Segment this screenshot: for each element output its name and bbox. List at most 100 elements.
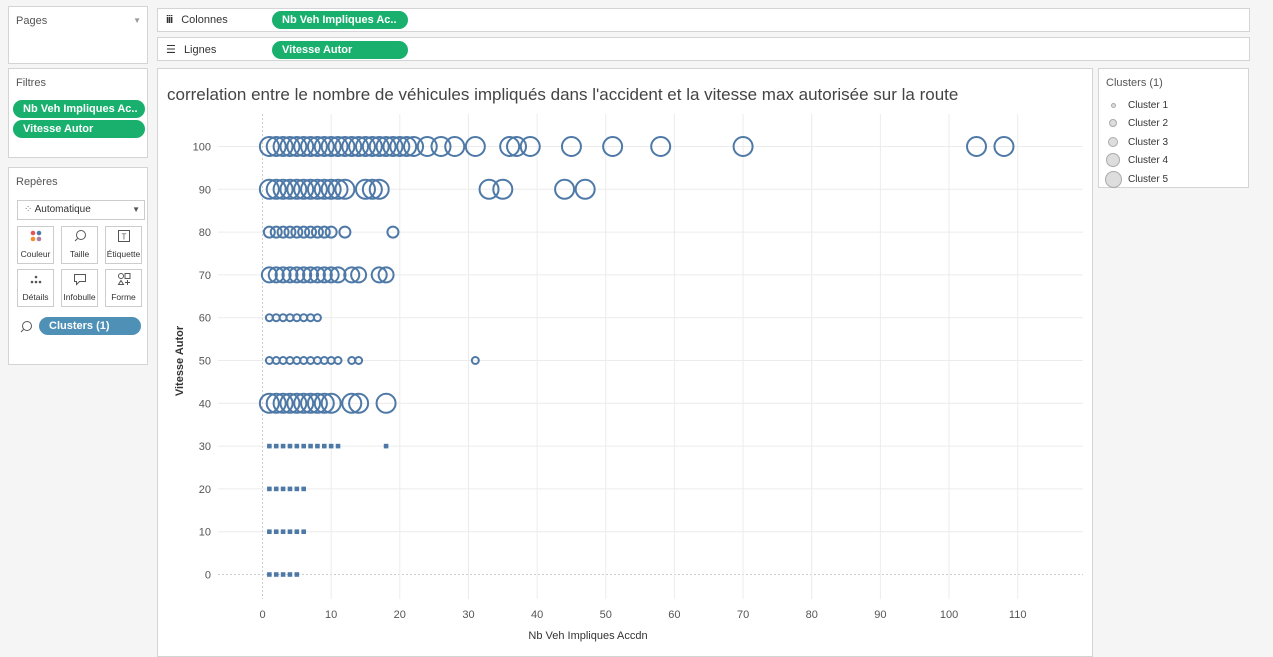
legend-item-cluster-5[interactable]: Cluster 5 [1105, 171, 1168, 188]
label-icon: T [106, 227, 141, 249]
rows-shelf[interactable]: ☰ Lignes Vitesse Autor [157, 37, 1250, 61]
y-axis-title: Vitesse Autor [174, 325, 186, 396]
x-axis-title: Nb Veh Impliques Accdn [528, 630, 647, 642]
data-point [267, 443, 272, 449]
legend-title: Clusters (1) [1106, 77, 1163, 89]
rows-pill[interactable]: Vitesse Autor [272, 41, 408, 59]
data-point [280, 529, 286, 534]
pages-card[interactable]: Pages ▼ [8, 6, 148, 64]
rows-label: Lignes [183, 44, 217, 56]
data-point [280, 572, 286, 577]
data-point [273, 443, 279, 449]
svg-text:T: T [121, 233, 126, 242]
tooltip-button[interactable]: Infobulle [61, 269, 98, 307]
data-point [287, 529, 293, 534]
data-point [294, 572, 300, 577]
y-tick-label: 80 [199, 227, 211, 239]
x-tick-label: 50 [600, 609, 612, 621]
data-point [294, 486, 300, 492]
data-point [301, 443, 306, 449]
tooltip-button-label: Infobulle [63, 292, 96, 302]
x-tick-label: 40 [531, 609, 543, 621]
filters-title: Filtres [16, 77, 46, 89]
y-tick-label: 60 [199, 313, 211, 325]
data-point [301, 486, 306, 492]
data-point [267, 572, 272, 577]
data-marks [258, 136, 1015, 577]
scatter-chart: correlation entre le nombre de véhicules… [167, 85, 1083, 642]
filters-card: Filtres Nb Veh Impliques Ac.. Vitesse Au… [8, 68, 148, 158]
size-icon [19, 320, 33, 337]
color-button[interactable]: Couleur [17, 226, 54, 264]
color-button-label: Couleur [20, 249, 51, 259]
data-point [280, 486, 286, 492]
y-tick-label: 0 [205, 570, 211, 582]
filter-pill-vitesse[interactable]: Vitesse Autor [13, 120, 145, 138]
x-tick-label: 110 [1009, 609, 1027, 621]
data-point [287, 486, 293, 492]
size-clusters-pill[interactable]: Clusters (1) [39, 317, 141, 335]
y-tick-label: 100 [193, 142, 211, 154]
pages-title: Pages [16, 15, 48, 27]
x-tick-label: 60 [668, 609, 680, 621]
chevron-down-icon: ▼ [132, 205, 140, 214]
detail-button-label: Détails [22, 292, 49, 302]
x-tick-label: 80 [806, 609, 818, 621]
x-tick-label: 100 [940, 609, 958, 621]
x-tick-label: 70 [737, 609, 749, 621]
circle-icon [1106, 153, 1120, 168]
x-tick-label: 10 [325, 609, 337, 621]
data-point [321, 443, 327, 449]
chart-title: correlation entre le nombre de véhicules… [167, 85, 958, 104]
mark-type-dropdown[interactable]: ⁘ Automatique ▼ [17, 200, 145, 220]
marks-title: Repères [16, 176, 58, 188]
y-tick-label: 10 [199, 527, 211, 539]
data-point [315, 443, 320, 449]
legend-item-cluster-2[interactable]: Cluster 2 [1105, 116, 1168, 132]
data-point [287, 572, 293, 577]
columns-shelf[interactable]: iii Colonnes Nb Veh Impliques Ac.. [157, 8, 1250, 32]
label-button[interactable]: T Étiquette [105, 226, 142, 264]
shape-icon [106, 270, 141, 292]
y-tick-label: 20 [199, 484, 211, 496]
y-tick-label: 50 [199, 356, 211, 368]
circle-icon [1109, 119, 1117, 128]
chart-panel: correlation entre le nombre de véhicules… [157, 68, 1093, 657]
legend-item-cluster-4[interactable]: Cluster 4 [1105, 153, 1168, 169]
chevron-down-icon[interactable]: ▼ [133, 16, 141, 25]
data-point [301, 529, 306, 534]
color-dots-icon [18, 227, 53, 249]
x-tick-label: 90 [874, 609, 886, 621]
data-point [328, 443, 334, 449]
size-button-label: Taille [69, 249, 90, 259]
rows-icon: ☰ [166, 44, 176, 56]
detail-button[interactable]: Détails [17, 269, 54, 307]
y-tick-label: 30 [199, 441, 211, 453]
data-point [267, 529, 272, 534]
data-point [383, 443, 389, 449]
filter-pill-nb-veh[interactable]: Nb Veh Impliques Ac.. [13, 100, 145, 118]
size-button[interactable]: Taille [61, 226, 98, 264]
data-point [335, 443, 341, 449]
legend-item-cluster-1[interactable]: Cluster 1 [1105, 98, 1168, 114]
legend-item-cluster-3[interactable]: Cluster 3 [1105, 135, 1168, 151]
y-tick-label: 70 [199, 270, 211, 282]
y-tick-label: 40 [199, 398, 211, 410]
x-tick-label: 20 [394, 609, 406, 621]
columns-pill[interactable]: Nb Veh Impliques Ac.. [272, 11, 408, 29]
data-point [294, 443, 300, 449]
data-point [280, 443, 286, 449]
tooltip-icon [62, 270, 97, 292]
mark-type-icon: ⁘ [24, 204, 35, 215]
columns-label: Colonnes [181, 14, 228, 26]
shape-button[interactable]: Forme [105, 269, 142, 307]
mark-type-label: Automatique [34, 204, 91, 215]
clusters-legend: Clusters (1) Cluster 1 Cluster 2 Cluster… [1098, 68, 1249, 188]
x-tick-label: 0 [259, 609, 265, 621]
circle-icon [1105, 171, 1122, 188]
size-icon [62, 227, 97, 249]
y-tick-label: 90 [199, 184, 211, 196]
data-point [267, 486, 272, 492]
data-point [273, 486, 279, 492]
marks-card: Repères ⁘ Automatique ▼ Couleur Taille T… [8, 167, 148, 365]
